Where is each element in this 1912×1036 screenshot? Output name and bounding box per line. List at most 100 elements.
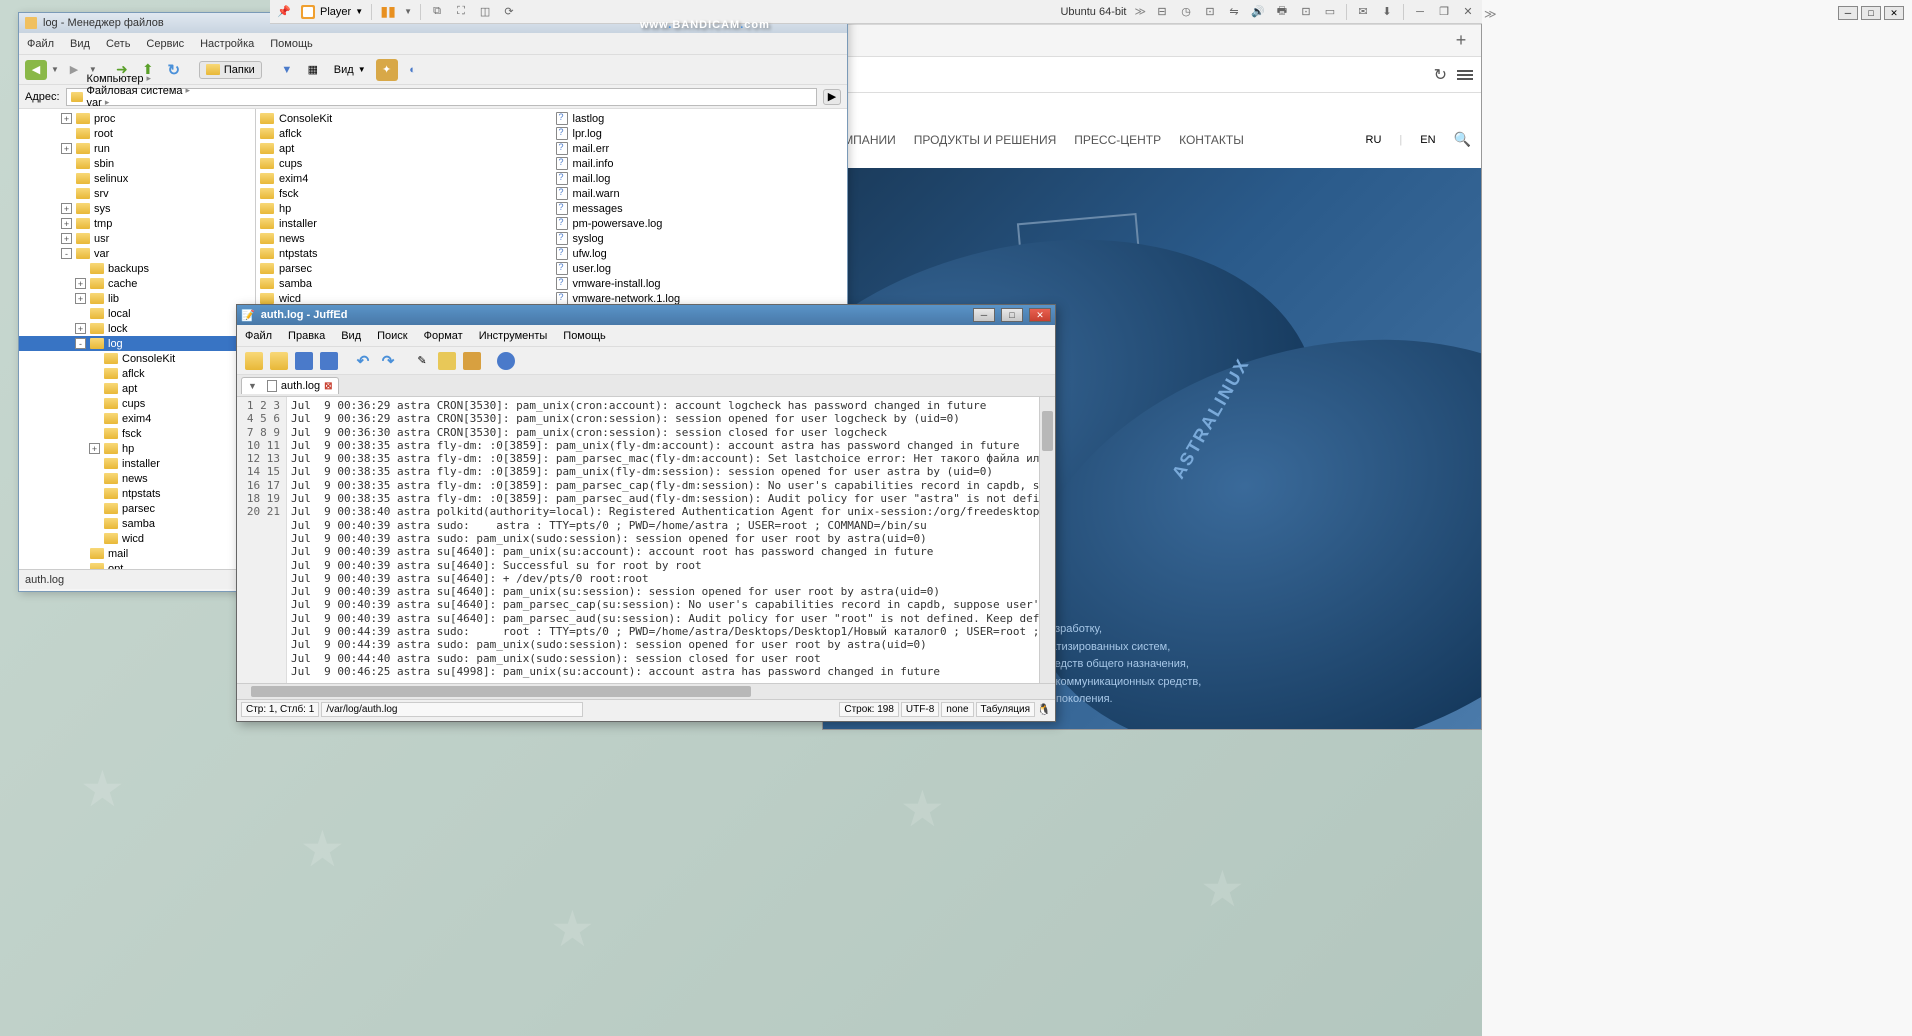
tree-item[interactable]: sbin <box>19 156 255 171</box>
device-icon[interactable]: ⊡ <box>1202 4 1218 20</box>
new-file-icon[interactable] <box>243 350 265 372</box>
copy-icon[interactable] <box>436 350 458 372</box>
menu-item[interactable]: Инструменты <box>479 330 548 342</box>
device-icon[interactable]: ⇋ <box>1226 4 1242 20</box>
filter-icon[interactable]: ▼ <box>276 59 298 81</box>
save-icon[interactable] <box>293 350 315 372</box>
open-file-icon[interactable] <box>268 350 290 372</box>
nav-back-button[interactable]: ◀ <box>25 60 47 80</box>
paste-icon[interactable] <box>461 350 483 372</box>
tree-item[interactable]: backups <box>19 261 255 276</box>
horizontal-scrollbar[interactable] <box>237 683 1055 699</box>
list-item[interactable]: pm-powersave.log <box>556 216 844 231</box>
list-item[interactable]: mail.err <box>556 141 844 156</box>
tree-item[interactable]: ConsoleKit <box>19 351 255 366</box>
device-icon[interactable]: ⊡ <box>1298 4 1314 20</box>
menu-item[interactable]: Правка <box>288 330 325 342</box>
breadcrumb[interactable]: Файловая система ▸ <box>87 85 191 97</box>
menu-item[interactable]: Вид <box>70 38 90 50</box>
tree-item[interactable]: -log <box>19 336 255 351</box>
tree-item[interactable]: wicd <box>19 531 255 546</box>
tree-item[interactable]: news <box>19 471 255 486</box>
list-item[interactable]: ntpstats <box>260 246 548 261</box>
list-item[interactable]: lpr.log <box>556 126 844 141</box>
nav-link[interactable]: ПРЕСС-ЦЕНТР <box>1074 133 1161 147</box>
device-icon[interactable]: 🔊 <box>1250 4 1266 20</box>
tree-item[interactable]: +lib <box>19 291 255 306</box>
tree-item[interactable]: parsec <box>19 501 255 516</box>
redo-icon[interactable]: ↷ <box>377 350 399 372</box>
list-item[interactable]: ConsoleKit <box>260 111 548 126</box>
tree-item[interactable]: +proc <box>19 111 255 126</box>
view-dropdown[interactable]: Вид▼ <box>328 62 372 78</box>
menu-item[interactable]: Настройка <box>200 38 254 50</box>
menu-item[interactable]: Вид <box>341 330 361 342</box>
tree-item[interactable]: selinux <box>19 171 255 186</box>
list-item[interactable]: aflck <box>260 126 548 141</box>
player-dropdown[interactable]: Player▼ <box>300 4 363 20</box>
list-item[interactable]: news <box>260 231 548 246</box>
tree-item[interactable]: aflck <box>19 366 255 381</box>
list-item[interactable]: messages <box>556 201 844 216</box>
tree-item[interactable]: srv <box>19 186 255 201</box>
tree-item[interactable]: +lock <box>19 321 255 336</box>
undo-icon[interactable]: ↶ <box>352 350 374 372</box>
device-icon[interactable]: ◷ <box>1178 4 1194 20</box>
go-icon[interactable]: ▶ <box>823 89 841 105</box>
vm-minimize-icon[interactable]: ─ <box>1412 4 1428 20</box>
tree-item[interactable]: exim4 <box>19 411 255 426</box>
device-icon[interactable]: 🖶 <box>1274 4 1290 20</box>
device-icon[interactable]: ▭ <box>1322 4 1338 20</box>
vm-restore-icon[interactable]: ❐ <box>1436 4 1452 20</box>
maximize-button[interactable]: □ <box>1861 6 1881 20</box>
list-item[interactable]: mail.log <box>556 171 844 186</box>
view-grid-icon[interactable]: ▦ <box>302 59 324 81</box>
nav-link[interactable]: КОНТАКТЫ <box>1179 133 1244 147</box>
tree-item[interactable]: +hp <box>19 441 255 456</box>
list-item[interactable]: lastlog <box>556 111 844 126</box>
tree-item[interactable]: -var <box>19 246 255 261</box>
tool-icon[interactable]: ◐ <box>402 59 424 81</box>
minimize-button[interactable]: ─ <box>1838 6 1858 20</box>
menu-item[interactable]: Файл <box>27 38 54 50</box>
tree-item[interactable]: fsck <box>19 426 255 441</box>
menu-item[interactable]: Сервис <box>146 38 184 50</box>
list-item[interactable]: fsck <box>260 186 548 201</box>
tree-item[interactable]: mail <box>19 546 255 561</box>
minimize-button[interactable]: ─ <box>973 308 995 322</box>
editor-content[interactable]: 1 2 3 4 5 6 7 8 9 10 11 12 13 14 15 16 1… <box>237 397 1055 683</box>
download-icon[interactable]: ⬇ <box>1379 4 1395 20</box>
list-item[interactable]: ufw.log <box>556 246 844 261</box>
tab-mode[interactable]: Табуляция <box>976 702 1036 717</box>
tree-item[interactable]: opt <box>19 561 255 569</box>
eol-mode[interactable]: none <box>941 702 973 717</box>
list-item[interactable]: apt <box>260 141 548 156</box>
menu-item[interactable]: Поиск <box>377 330 407 342</box>
list-item[interactable]: user.log <box>556 261 844 276</box>
tree-item[interactable]: apt <box>19 381 255 396</box>
list-item[interactable]: samba <box>260 276 548 291</box>
cycle-icon[interactable]: ⟳ <box>501 4 517 20</box>
tree-item[interactable]: +sys <box>19 201 255 216</box>
menu-item[interactable]: Помощь <box>270 38 313 50</box>
tree-item[interactable]: +run <box>19 141 255 156</box>
tree-item[interactable]: samba <box>19 516 255 531</box>
maximize-button[interactable]: □ <box>1001 308 1023 322</box>
tree-item[interactable]: installer <box>19 456 255 471</box>
tree-item[interactable]: +cache <box>19 276 255 291</box>
tree-item[interactable]: ntpstats <box>19 486 255 501</box>
folder-tree[interactable]: +procroot+runsbinselinuxsrv+sys+tmp+usr-… <box>19 109 256 569</box>
text-area[interactable]: Jul 9 00:36:29 astra CRON[3530]: pam_uni… <box>287 397 1055 683</box>
device-icon[interactable]: ⊟ <box>1154 4 1170 20</box>
lang-ru[interactable]: RU <box>1366 134 1382 146</box>
save-all-icon[interactable] <box>318 350 340 372</box>
file-tab[interactable]: ▼ auth.log ⊠ <box>241 377 339 394</box>
breadcrumb[interactable]: Компьютер ▸ <box>87 73 191 85</box>
lang-en[interactable]: EN <box>1420 134 1435 146</box>
tree-item[interactable]: +tmp <box>19 216 255 231</box>
help-icon[interactable] <box>495 350 517 372</box>
hamburger-menu-icon[interactable] <box>1457 70 1473 80</box>
list-item[interactable]: mail.info <box>556 156 844 171</box>
list-item[interactable]: exim4 <box>260 171 548 186</box>
breadcrumb[interactable]: var ▸ <box>87 97 191 109</box>
